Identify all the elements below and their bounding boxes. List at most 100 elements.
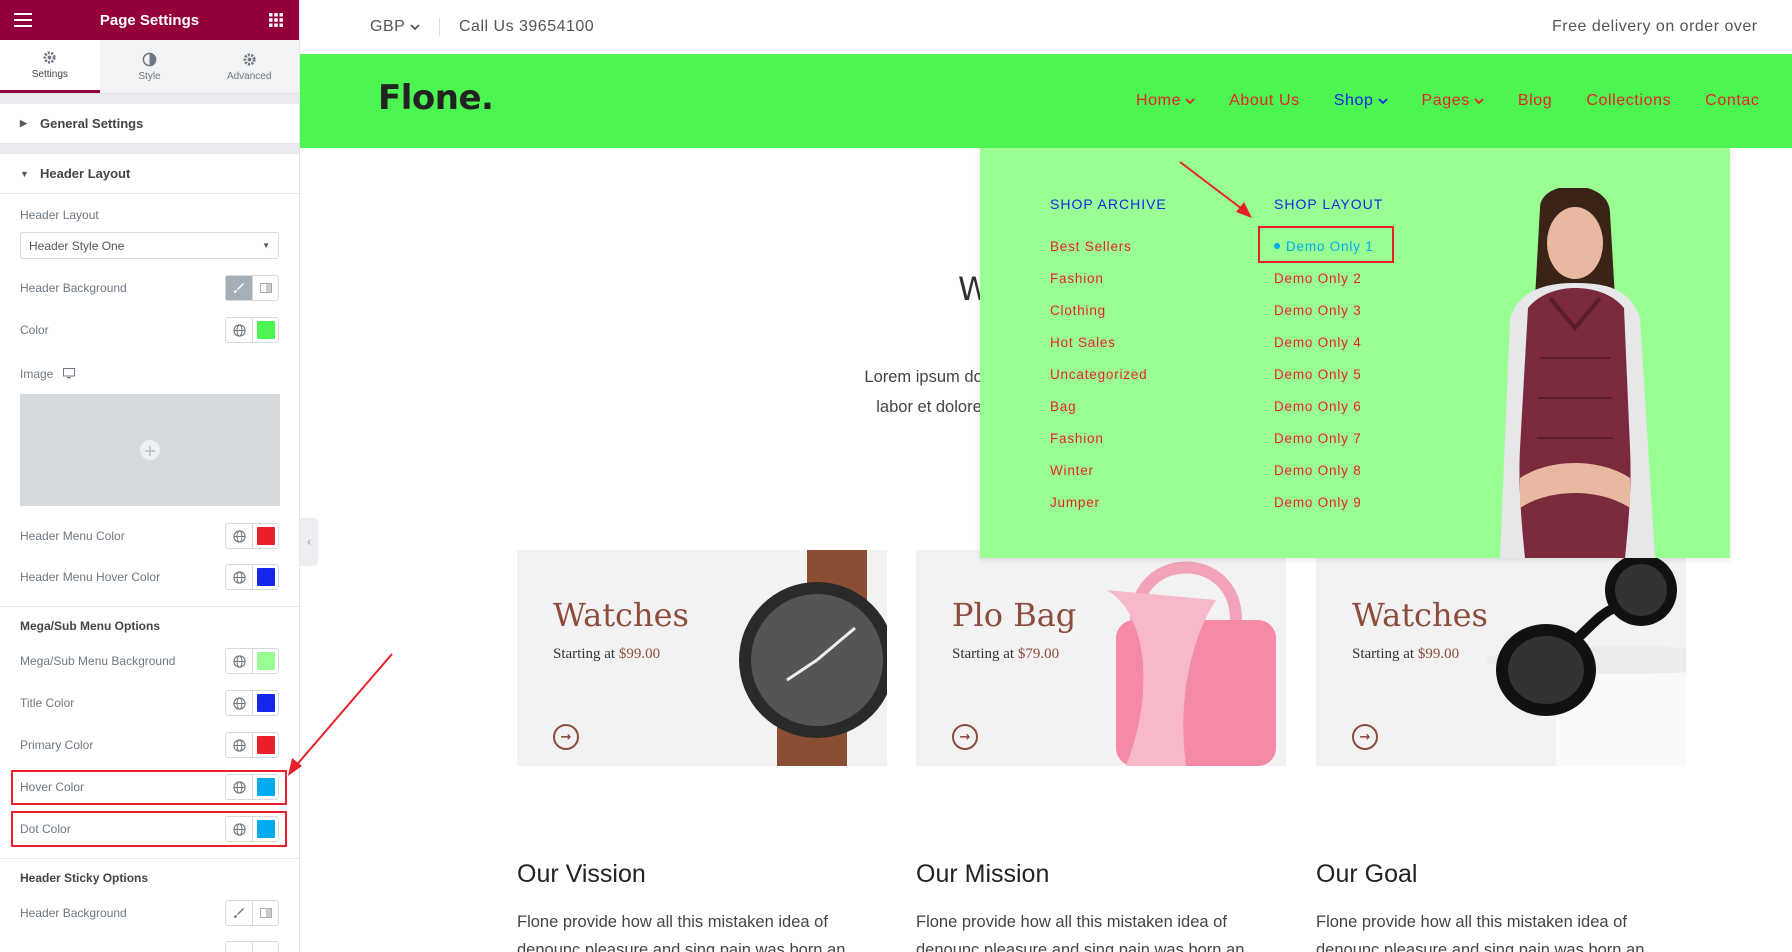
banner-price: $99.00 xyxy=(618,646,661,662)
mega-link[interactable]: Uncategorized xyxy=(1050,358,1167,390)
nav-collections[interactable]: Collections xyxy=(1586,92,1671,110)
mega-background-label: Mega/Sub Menu Background xyxy=(20,654,176,668)
globe-icon[interactable] xyxy=(226,524,252,548)
nav-shop-label: Shop xyxy=(1333,92,1374,109)
gradient-icon[interactable] xyxy=(252,276,278,300)
mega-link[interactable]: Fashion xyxy=(1050,422,1167,454)
header-menu-color-control xyxy=(225,523,279,549)
color-swatch[interactable] xyxy=(252,733,278,757)
mega-link[interactable]: Winter xyxy=(1050,454,1167,486)
plus-icon: + xyxy=(140,440,160,460)
annotation-arrow-mega xyxy=(1179,161,1252,218)
color-swatch[interactable] xyxy=(252,649,278,673)
arrow-right-icon[interactable]: → xyxy=(553,724,579,750)
panel-tabs: Settings Style Advanced xyxy=(0,40,299,94)
section-header-layout[interactable]: ▼ Header Layout xyxy=(0,154,299,194)
primary-color-swatch xyxy=(256,736,275,754)
primary-color-row: Primary Color xyxy=(20,731,279,759)
grid-icon[interactable] xyxy=(267,11,285,29)
brush-icon[interactable] xyxy=(226,276,252,300)
globe-icon[interactable] xyxy=(226,649,252,673)
arrow-right-icon[interactable]: → xyxy=(952,724,978,750)
sticky-next-row xyxy=(20,940,279,952)
tab-settings[interactable]: Settings xyxy=(0,40,100,93)
mega-link[interactable]: Demo Only 3 xyxy=(1274,294,1383,326)
gradient-icon[interactable] xyxy=(252,901,278,925)
dot-color-highlight xyxy=(11,811,287,847)
desktop-icon[interactable] xyxy=(63,364,76,383)
header-layout-select[interactable]: Header Style One ▼ xyxy=(20,232,279,259)
mega-link[interactable]: Fashion xyxy=(1050,262,1167,294)
sticky-header-background-label: Header Background xyxy=(20,906,127,920)
globe-icon[interactable] xyxy=(226,691,252,715)
mega-link[interactable]: Demo Only 9 xyxy=(1274,486,1383,518)
globe-icon[interactable] xyxy=(226,942,252,952)
tab-style[interactable]: Style xyxy=(100,40,200,93)
banner-watches[interactable]: Watches Starting at $99.00 → xyxy=(517,550,887,766)
primary-color-label: Primary Color xyxy=(20,738,94,752)
nav-shop[interactable]: Shop xyxy=(1334,92,1388,110)
menu-color-swatch xyxy=(256,527,275,545)
nav-blog[interactable]: Blog xyxy=(1518,92,1552,110)
collapse-panel-button[interactable]: ‹ xyxy=(300,518,318,566)
chevron-down-icon xyxy=(1377,97,1388,104)
free-delivery-text: Free delivery on order over xyxy=(1552,18,1758,35)
mega-menu-options-heading: Mega/Sub Menu Options xyxy=(20,619,160,633)
header-background-row: Header Background xyxy=(20,274,279,302)
title-color-control xyxy=(225,690,279,716)
mega-link[interactable]: Hot Sales xyxy=(1050,326,1167,358)
contrast-icon xyxy=(142,52,157,66)
color-swatch[interactable] xyxy=(252,524,278,548)
banner-subtitle: Starting at $99.00 xyxy=(1352,646,1459,663)
mega-link[interactable]: Demo Only 2 xyxy=(1274,262,1383,294)
chevron-left-icon: ‹ xyxy=(306,535,312,549)
nav-contact[interactable]: Contac xyxy=(1705,92,1759,110)
mega-link[interactable]: Demo Only 5 xyxy=(1274,358,1383,390)
mega-link[interactable]: Demo Only 7 xyxy=(1274,422,1383,454)
color-swatch[interactable] xyxy=(252,565,278,589)
nav-about-us-label: About Us xyxy=(1229,92,1300,109)
currency-selector[interactable]: GBP xyxy=(370,18,420,36)
banner-starting: Starting at xyxy=(952,646,1015,662)
hamburger-icon[interactable] xyxy=(14,11,32,29)
chevron-down-icon xyxy=(1185,97,1195,104)
mega-link[interactable]: Jumper xyxy=(1050,486,1167,518)
nav-pages[interactable]: Pages xyxy=(1422,92,1484,110)
color-control xyxy=(225,317,279,343)
image-upload-area[interactable]: + xyxy=(20,394,280,506)
banner-sunglasses[interactable]: Watches Starting at $99.00 → xyxy=(1316,550,1686,766)
color-swatch[interactable] xyxy=(252,318,278,342)
mega-link[interactable]: Demo Only 4 xyxy=(1274,326,1383,358)
brush-icon[interactable] xyxy=(226,901,252,925)
banner-price: $79.00 xyxy=(1017,646,1060,662)
mega-link[interactable]: Clothing xyxy=(1050,294,1167,326)
site-logo[interactable]: Flone. xyxy=(378,78,494,118)
globe-icon[interactable] xyxy=(226,733,252,757)
tab-advanced[interactable]: Advanced xyxy=(199,40,299,93)
header-menu-hover-color-label: Header Menu Hover Color xyxy=(20,570,161,584)
header-layout-value: Header Style One xyxy=(29,238,125,253)
nav-about-us[interactable]: About Us xyxy=(1229,92,1300,110)
mega-link[interactable]: Best Sellers xyxy=(1050,230,1167,262)
info-text: Flone provide how all this mistaken idea… xyxy=(916,913,1245,952)
mega-link[interactable]: Demo Only 6 xyxy=(1274,390,1383,422)
globe-icon[interactable] xyxy=(226,565,252,589)
nav-home[interactable]: Home xyxy=(1136,92,1195,110)
mega-link[interactable]: Demo Only 8 xyxy=(1274,454,1383,486)
arrow-right-icon[interactable]: → xyxy=(1352,724,1378,750)
panel-title: Page Settings xyxy=(99,11,200,29)
color-swatch[interactable] xyxy=(252,942,278,952)
section-general-settings[interactable]: ▶ General Settings xyxy=(0,104,299,144)
globe-icon[interactable] xyxy=(226,318,252,342)
header-menu-hover-color-control xyxy=(225,564,279,590)
color-swatch[interactable] xyxy=(252,691,278,715)
header-menu-color-row: Header Menu Color xyxy=(20,522,279,550)
caret-down-icon: ▼ xyxy=(20,168,29,179)
site-topbar: GBP Call Us 39654100 Free delivery on or… xyxy=(300,0,1792,54)
menu-hover-color-swatch xyxy=(256,568,275,586)
demo-only-highlight xyxy=(1258,226,1394,263)
chevron-down-icon xyxy=(1474,97,1484,104)
banner-plo-bag[interactable]: Plo Bag Starting at $79.00 → xyxy=(916,550,1286,766)
mega-link[interactable]: Bag xyxy=(1050,390,1167,422)
mega-background-control xyxy=(225,648,279,674)
